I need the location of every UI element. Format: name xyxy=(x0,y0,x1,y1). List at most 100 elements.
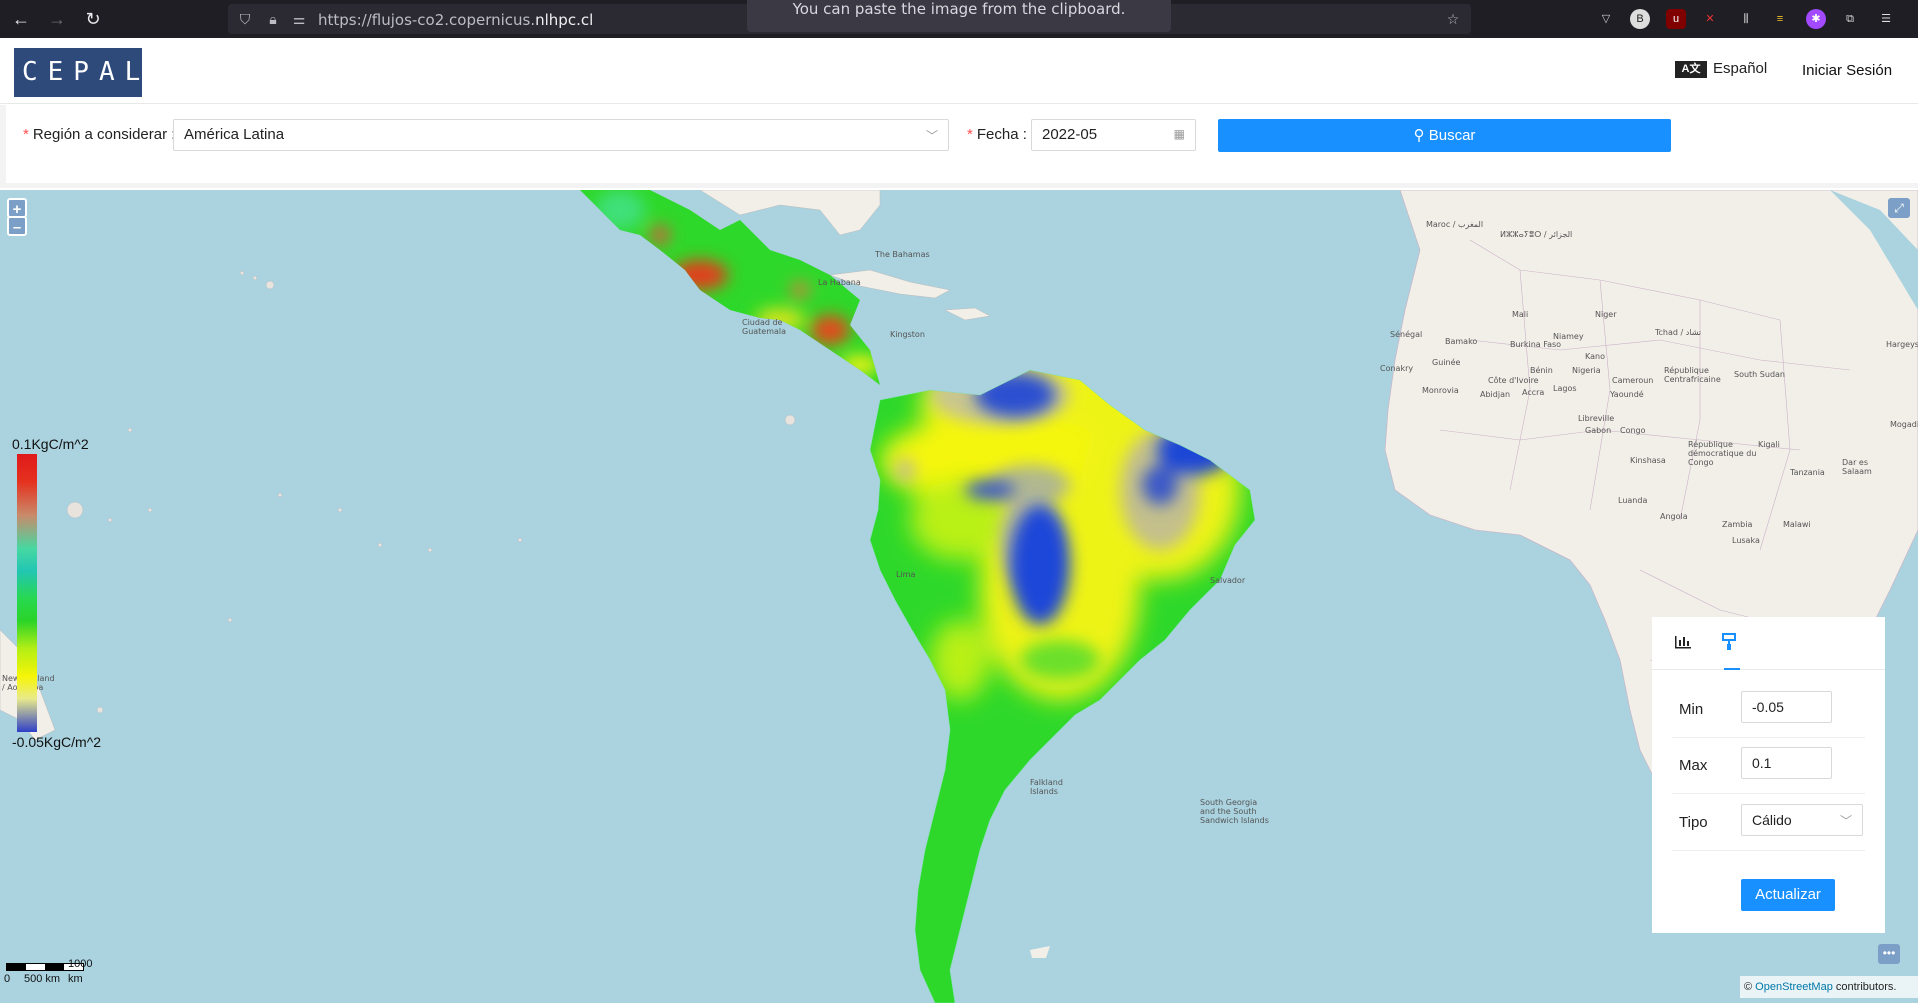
extension-purple-icon[interactable]: ✱ xyxy=(1806,9,1826,29)
date-picker[interactable]: 2022-05 ▦ xyxy=(1031,119,1196,151)
map-label: Lima xyxy=(896,570,916,579)
scale-bar: 0 500 km 1000 km xyxy=(4,958,92,985)
cepal-logo[interactable]: CEPAL xyxy=(14,48,142,97)
reload-icon[interactable]: ↻ xyxy=(82,8,104,30)
type-select[interactable]: Cálido ﹀ xyxy=(1741,804,1863,836)
map-label: Conakry xyxy=(1380,364,1414,373)
pacific-islands xyxy=(66,270,796,714)
map-label: République Centrafricaine xyxy=(1664,366,1721,384)
library-icon[interactable]: ⫼ xyxy=(1736,9,1756,29)
map-label: Cameroun xyxy=(1612,376,1654,385)
scale-label: 0 xyxy=(4,973,11,985)
map-label: Accra xyxy=(1522,388,1545,397)
map-label: Libreville xyxy=(1578,414,1615,423)
map-label: République démocratique du Congo xyxy=(1688,440,1757,467)
falkland-islands xyxy=(1030,946,1050,958)
type-row: Tipo Cálido ﹀ xyxy=(1672,795,1865,851)
type-label: Tipo xyxy=(1679,814,1708,831)
translate-icon: A文 xyxy=(1675,60,1707,78)
url-text[interactable]: https://flujos-co2.copernicus.nlhpc.cl xyxy=(318,11,593,29)
map-label: Burkina Faso xyxy=(1510,340,1562,349)
map-label: Kano xyxy=(1585,352,1605,361)
map-label: Malawi xyxy=(1783,520,1811,529)
map-label: Bamako xyxy=(1445,337,1478,346)
legend-min-label: -0.05KgC/m^2 xyxy=(12,734,102,750)
forward-icon[interactable]: → xyxy=(46,8,68,30)
map-label: Congo xyxy=(1620,426,1646,435)
ublock-icon[interactable]: u xyxy=(1666,9,1686,29)
map-canvas[interactable] xyxy=(0,190,1918,1003)
brush-icon[interactable] xyxy=(1721,633,1743,653)
max-input[interactable]: 0.1 xyxy=(1741,747,1832,779)
extension-color-icon[interactable]: ≡ xyxy=(1770,9,1790,29)
map-label: Mogadishu xyxy=(1890,420,1918,429)
chart-icon-glyph xyxy=(1675,636,1691,649)
map-label: South Sudan xyxy=(1734,370,1785,379)
map-label: Niger xyxy=(1595,310,1617,319)
openstreetmap-link[interactable]: OpenStreetMap xyxy=(1755,981,1833,993)
zoom-out-button[interactable]: – xyxy=(7,216,27,236)
map-label: ⵍⵣⵣⴰⵢⴻⵔ / الجزائر xyxy=(1500,230,1573,239)
map-label: Niamey xyxy=(1553,332,1584,341)
language-selector[interactable]: A文 Español xyxy=(1675,60,1767,78)
type-value: Cálido xyxy=(1752,812,1792,828)
map-label: Mali xyxy=(1512,310,1529,319)
paste-tooltip: You can paste the image from the clipboa… xyxy=(747,0,1171,32)
app-header: CEPAL A文 Español Iniciar Sesión xyxy=(0,38,1918,104)
map-label: La Habana xyxy=(818,278,861,287)
map-label: Yaoundé xyxy=(1610,390,1644,399)
active-tab-indicator xyxy=(1724,668,1740,670)
menu-icon[interactable]: ☰ xyxy=(1876,9,1896,29)
bookmark-star-icon[interactable]: ☆ xyxy=(1444,10,1462,28)
update-button[interactable]: Actualizar xyxy=(1741,879,1835,911)
region-select[interactable]: América Latina ﹀ xyxy=(173,119,949,151)
date-label: * Fecha : xyxy=(967,126,1027,143)
more-options-icon[interactable]: ••• xyxy=(1878,944,1900,964)
chart-icon[interactable] xyxy=(1674,633,1696,653)
fullscreen-icon[interactable]: ⤢ xyxy=(1888,198,1910,218)
extensions-puzzle-icon[interactable]: ⧉ xyxy=(1840,9,1860,29)
map-label: Angola xyxy=(1660,512,1688,521)
map-label: Côte d'Ivoire xyxy=(1488,376,1539,385)
map-label: Lagos xyxy=(1553,384,1577,393)
map-view[interactable]: La Habana The Bahamas Kingston Ciudad de… xyxy=(0,190,1918,1003)
min-input[interactable]: -0.05 xyxy=(1741,691,1832,723)
lock-icon[interactable]: 🔒︎ xyxy=(264,10,282,28)
style-panel: Min -0.05 Max 0.1 Tipo Cálido ﹀ Actualiz… xyxy=(1652,617,1885,933)
map-label: Luanda xyxy=(1618,496,1648,505)
legend-color-bar xyxy=(17,454,37,732)
pocket-icon[interactable]: ▽ xyxy=(1596,9,1616,29)
south-america-heatmap xyxy=(870,370,1255,1003)
map-attribution: © OpenStreetMap contributors. xyxy=(1740,976,1918,998)
map-label: The Bahamas xyxy=(875,250,930,259)
map-label: Bénin xyxy=(1530,366,1553,375)
map-label: Dar es Salaam xyxy=(1842,458,1872,476)
map-label: Gabon xyxy=(1585,426,1612,435)
region-label: * Región a considerar : xyxy=(23,126,176,143)
filter-form: * Región a considerar : América Latina ﹀ … xyxy=(6,105,1918,183)
back-icon[interactable]: ← xyxy=(10,8,32,30)
shield-icon[interactable]: ⛉ xyxy=(236,10,254,28)
map-label: Hargeysa xyxy=(1886,340,1918,349)
map-label: Ciudad de Guatemala xyxy=(742,318,787,336)
extension-b-icon[interactable]: B xyxy=(1630,9,1650,29)
login-link[interactable]: Iniciar Sesión xyxy=(1802,62,1892,79)
chevron-down-icon: ﹀ xyxy=(1839,814,1852,828)
map-label: Nigeria xyxy=(1572,366,1601,375)
search-button[interactable]: ⚲ Buscar xyxy=(1218,119,1671,152)
min-row: Min -0.05 xyxy=(1672,682,1865,738)
brush-icon-glyph xyxy=(1722,633,1736,650)
map-label: South Georgia and the South Sandwich Isl… xyxy=(1200,798,1269,825)
panel-tabs xyxy=(1652,617,1885,670)
zoom-in-button[interactable]: + xyxy=(7,198,27,218)
min-label: Min xyxy=(1679,701,1704,718)
max-label: Max xyxy=(1679,757,1708,774)
hispaniola-island xyxy=(944,307,991,321)
date-value: 2022-05 xyxy=(1042,126,1098,143)
map-label: Sénégal xyxy=(1390,330,1423,339)
permissions-icon[interactable]: ⚌ xyxy=(290,10,308,28)
extension-red-icon[interactable]: ✕ xyxy=(1700,9,1720,29)
region-value: América Latina xyxy=(184,126,285,143)
chevron-down-icon: ﹀ xyxy=(925,129,938,143)
map-label: Lusaka xyxy=(1732,536,1760,545)
